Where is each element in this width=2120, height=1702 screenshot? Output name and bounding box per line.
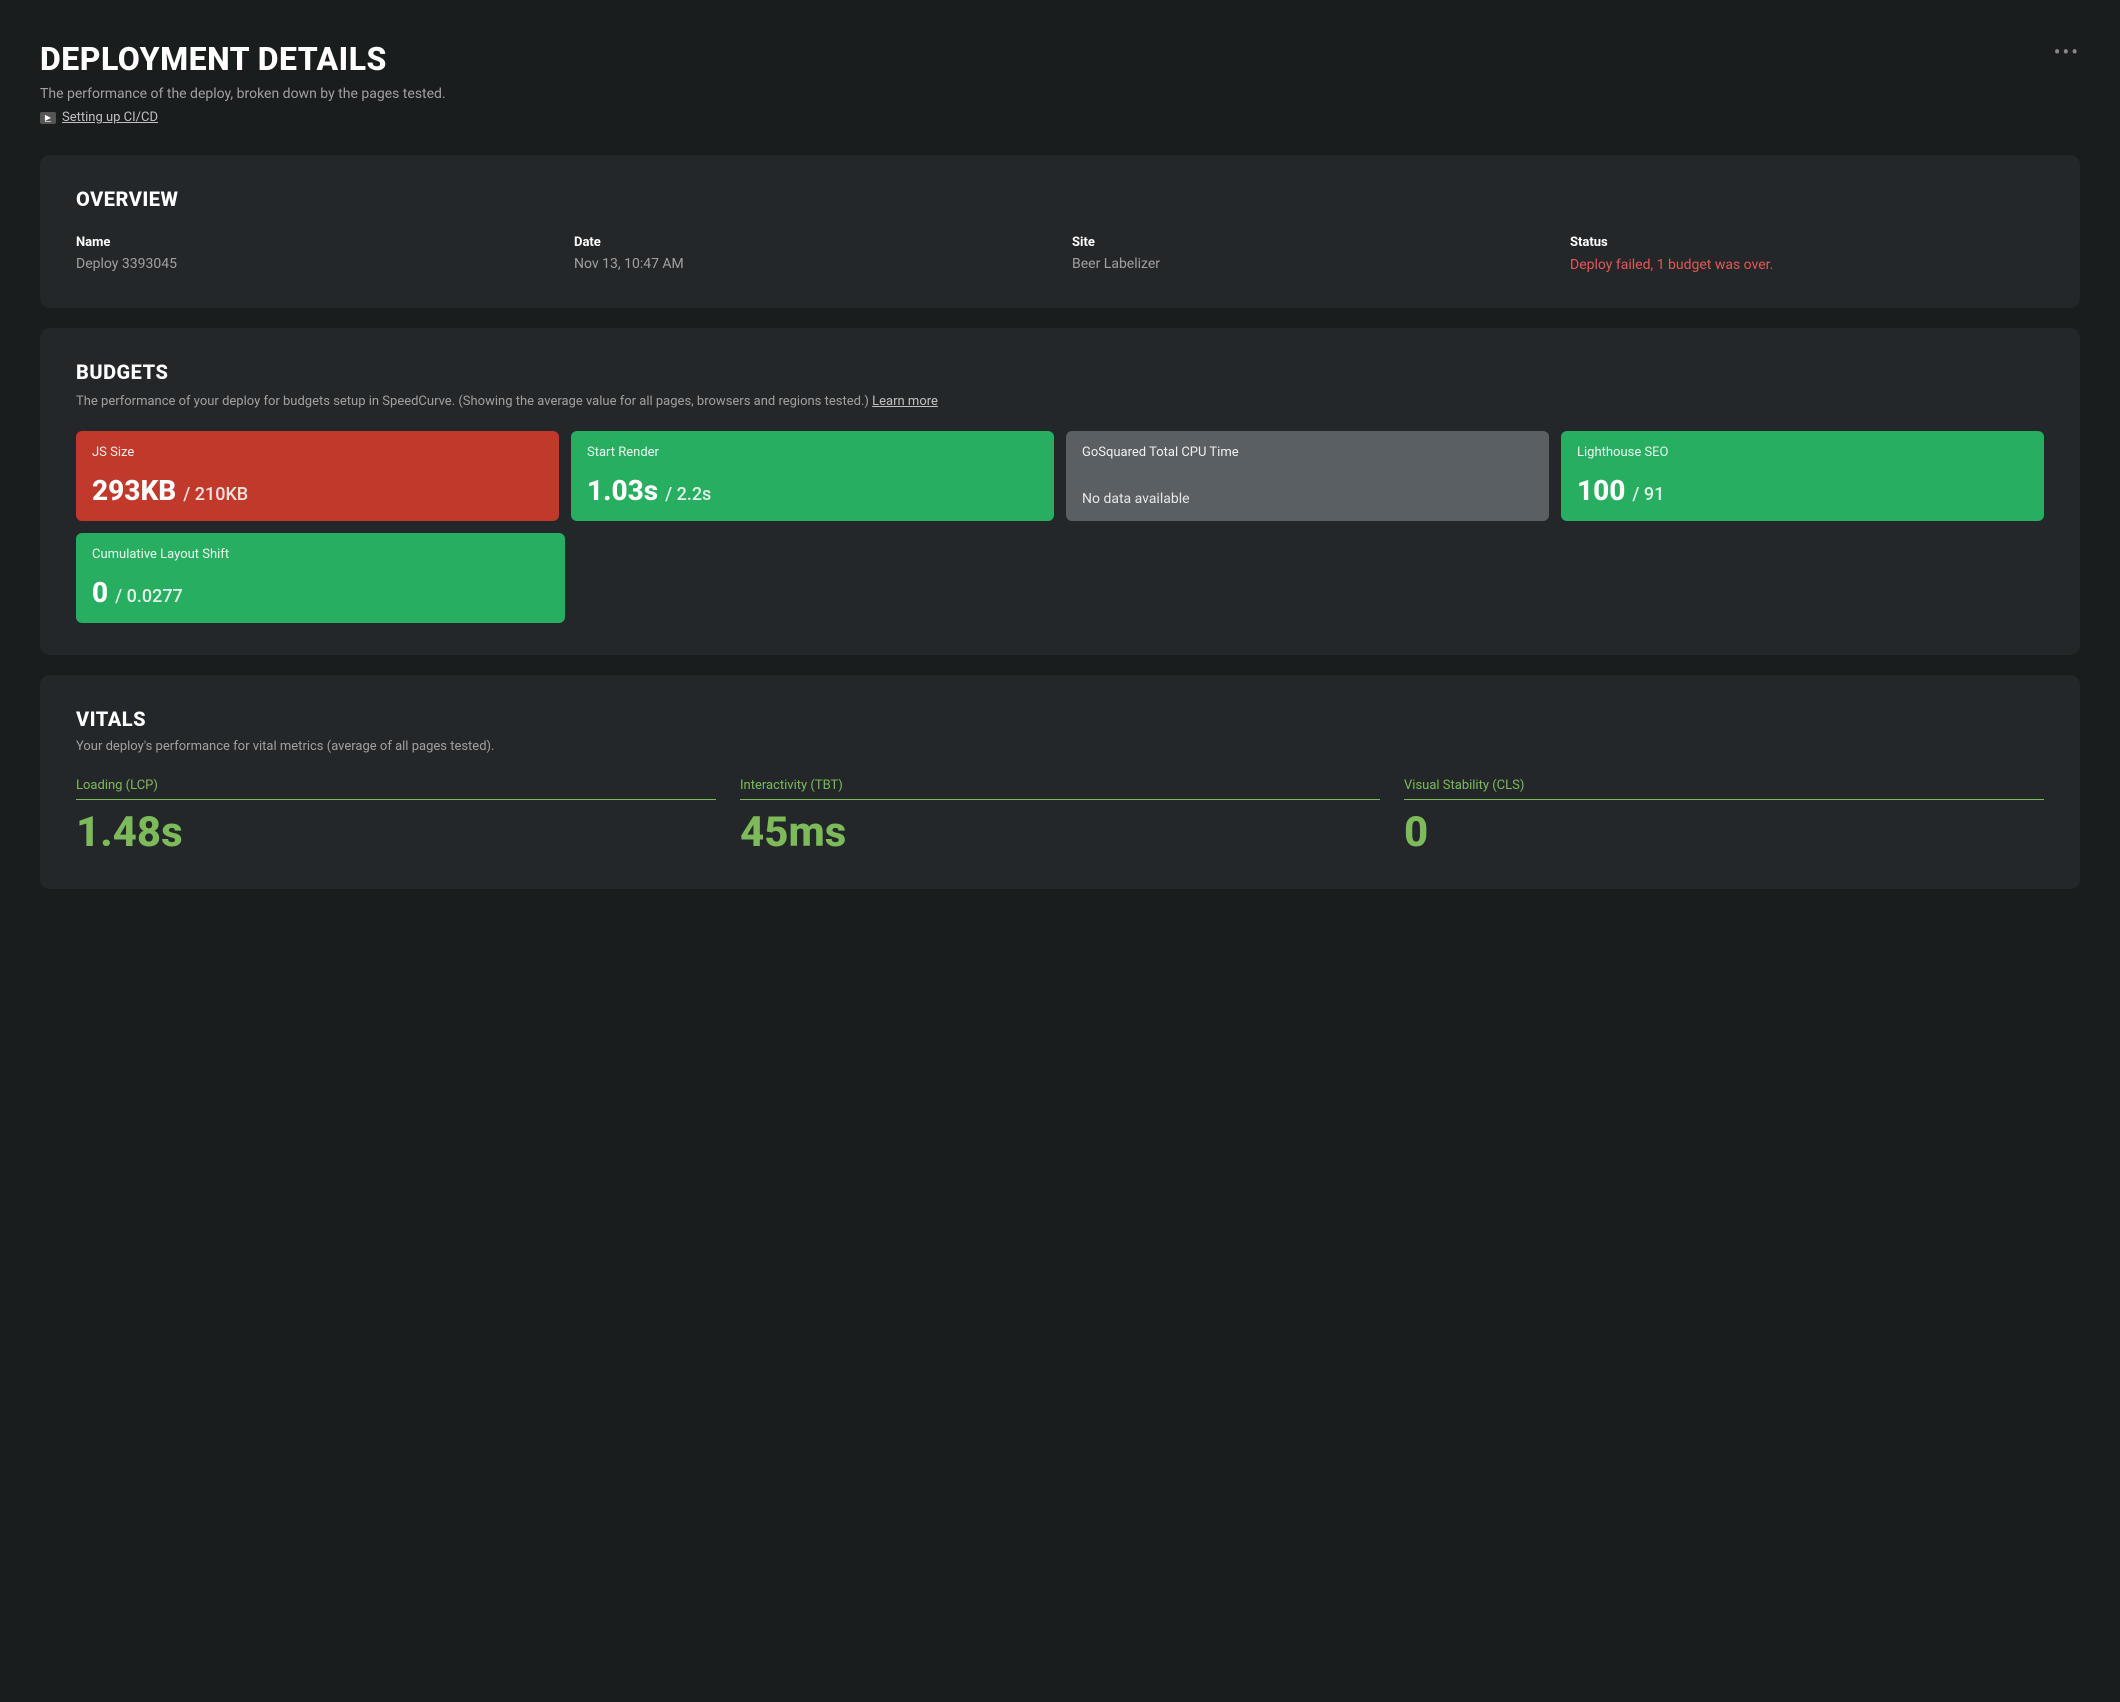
budget-cpu-time-label: GoSquared Total CPU Time (1082, 445, 1533, 460)
budget-cls-limit: / 0.0277 (115, 586, 183, 607)
overview-status-value: Deploy failed, 1 budget was over. (1570, 256, 2044, 276)
budget-start-render-label: Start Render (587, 445, 1038, 460)
vitals-title: VITALS (76, 707, 2044, 731)
budget-start-render-value: 1.03s / 2.2s (587, 474, 1038, 507)
overview-grid: Name Deploy 3393045 Date Nov 13, 10:47 A… (76, 235, 2044, 276)
budget-lighthouse-seo-limit: / 91 (1632, 484, 1664, 505)
vital-lcp-value: 1.48s (76, 808, 716, 857)
overview-date-label: Date (574, 235, 1048, 250)
budgets-card: BUDGETS The performance of your deploy f… (40, 328, 2080, 656)
header-left: DEPLOYMENT DETAILS The performance of th… (40, 40, 446, 125)
budgets-title: BUDGETS (76, 360, 2044, 384)
overview-status-label: Status (1570, 235, 2044, 250)
budget-cls-value: 0 / 0.0277 (92, 576, 549, 609)
overview-status: Status Deploy failed, 1 budget was over. (1570, 235, 2044, 276)
budget-lighthouse-seo-label: Lighthouse SEO (1577, 445, 2028, 460)
budget-cpu-time-nodata: No data available (1082, 481, 1533, 507)
learn-more-link[interactable]: Learn more (872, 394, 938, 409)
budget-grid-row1: JS Size 293KB / 210KB Start Render 1.03s… (76, 431, 2044, 521)
page-header: DEPLOYMENT DETAILS The performance of th… (40, 40, 2080, 125)
overview-name-label: Name (76, 235, 550, 250)
vital-lcp-label: Loading (LCP) (76, 778, 716, 800)
overview-name-value: Deploy 3393045 (76, 256, 550, 272)
ci-cd-link-text: Setting up CI/CD (62, 110, 158, 125)
page-title: DEPLOYMENT DETAILS (40, 40, 446, 78)
overview-site-value: Beer Labelizer (1072, 256, 1546, 272)
vital-tbt-label: Interactivity (TBT) (740, 778, 1380, 800)
budgets-subtitle-text: The performance of your deploy for budge… (76, 394, 869, 409)
budget-js-size-label: JS Size (92, 445, 543, 460)
budgets-subtitle: The performance of your deploy for budge… (76, 392, 2044, 412)
budget-cls-label: Cumulative Layout Shift (92, 547, 549, 562)
overview-name: Name Deploy 3393045 (76, 235, 550, 276)
budget-js-size-limit: / 210KB (183, 484, 248, 505)
vital-cls-value: 0 (1404, 808, 2044, 857)
vital-tbt: Interactivity (TBT) 45ms (740, 778, 1380, 857)
vital-lcp: Loading (LCP) 1.48s (76, 778, 716, 857)
page-subtitle: The performance of the deploy, broken do… (40, 86, 446, 102)
more-options-button[interactable]: ••• (2054, 40, 2080, 64)
budget-grid-row2: Cumulative Layout Shift 0 / 0.0277 (76, 533, 2044, 623)
overview-card: OVERVIEW Name Deploy 3393045 Date Nov 13… (40, 155, 2080, 308)
vitals-card: VITALS Your deploy's performance for vit… (40, 675, 2080, 889)
overview-date: Date Nov 13, 10:47 AM (574, 235, 1048, 276)
budget-lighthouse-seo-value: 100 / 91 (1577, 474, 2028, 507)
overview-site-label: Site (1072, 235, 1546, 250)
budget-js-size: JS Size 293KB / 210KB (76, 431, 559, 521)
vitals-grid: Loading (LCP) 1.48s Interactivity (TBT) … (76, 778, 2044, 857)
play-icon: ▶ (40, 112, 56, 124)
overview-site: Site Beer Labelizer (1072, 235, 1546, 276)
budget-cpu-time: GoSquared Total CPU Time No data availab… (1066, 431, 1549, 521)
vital-cls-label: Visual Stability (CLS) (1404, 778, 2044, 800)
vital-tbt-value: 45ms (740, 808, 1380, 857)
budget-row2-spacer (577, 533, 2044, 623)
budget-start-render: Start Render 1.03s / 2.2s (571, 431, 1054, 521)
budget-js-size-value: 293KB / 210KB (92, 474, 543, 507)
budget-start-render-limit: / 2.2s (665, 484, 711, 505)
ci-cd-link[interactable]: ▶ Setting up CI/CD (40, 110, 446, 125)
overview-title: OVERVIEW (76, 187, 2044, 211)
overview-date-value: Nov 13, 10:47 AM (574, 256, 1048, 272)
budget-cls: Cumulative Layout Shift 0 / 0.0277 (76, 533, 565, 623)
budget-lighthouse-seo: Lighthouse SEO 100 / 91 (1561, 431, 2044, 521)
vital-cls: Visual Stability (CLS) 0 (1404, 778, 2044, 857)
vitals-subtitle: Your deploy's performance for vital metr… (76, 739, 2044, 754)
